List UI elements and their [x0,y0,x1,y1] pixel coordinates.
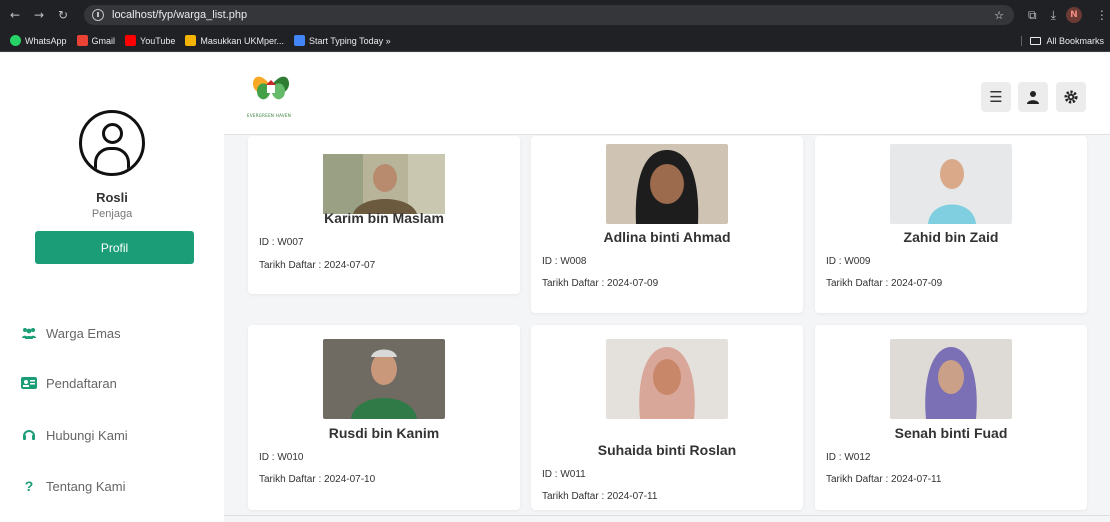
sidebar-item-pendaftaran[interactable]: Pendaftaran [21,375,117,391]
sidebar-item-label: Tentang Kami [46,478,126,494]
warga-card[interactable]: Karim bin Maslam ID : W007 Tarikh Daftar… [248,136,520,294]
youtube-icon [125,35,137,46]
user-icon [1027,91,1039,104]
warga-id: ID : W012 [826,452,871,463]
warga-date: Tarikh Daftar : 2024-07-11 [542,491,658,502]
sidebar-item-label: Warga Emas [46,325,121,341]
warga-name: Zahid bin Zaid [903,229,999,245]
browser-profile-avatar[interactable]: N [1065,7,1082,23]
browser-menu-icon[interactable]: ⋮ [1096,8,1108,22]
evergreen-logo[interactable] [248,66,294,106]
warga-id: ID : W011 [542,469,586,480]
warga-name: Senah binti Fuad [894,425,1008,441]
warga-name: Rusdi bin Kanim [328,425,440,441]
id-card-icon [21,375,37,391]
warga-name: Suhaida binti Roslan [597,442,737,458]
warga-photo [890,144,1012,224]
whatsapp-icon [10,35,21,46]
warga-photo [606,339,728,419]
bookmark-whatsapp[interactable]: WhatsApp [10,35,67,46]
users-icon [21,325,37,341]
question-icon: ? [24,478,34,494]
sidebar-item-label: Hubungi Kami [46,427,128,443]
warga-date: Tarikh Daftar : 2024-07-07 [259,260,376,271]
reload-icon[interactable]: ↻ [54,8,72,22]
forward-icon[interactable]: → [30,8,48,22]
folder-icon [1030,36,1042,45]
site-info-icon[interactable] [92,9,104,21]
browser-toolbar: ← → ↻ localhost/fyp/warga_list.php ☆ ⧉ ⤓… [0,0,1110,30]
download-icon[interactable]: ⤓ [1051,8,1056,23]
all-bookmarks[interactable]: All Bookmarks [1021,35,1104,46]
warga-card[interactable]: Zahid bin Zaid ID : W009 Tarikh Daftar :… [815,136,1087,313]
warga-id: ID : W008 [542,256,587,267]
warga-name: Karim bin Maslam [324,210,444,226]
warga-id: ID : W009 [826,256,871,267]
sidebar: Rosli Penjaga Profil Warga Emas Pendafta… [0,53,224,522]
bookmark-star-icon[interactable]: ☆ [994,9,1004,22]
top-navbar: EVERGREEN HAVEN ☰ [224,53,1110,135]
bookmark-typing[interactable]: Start Typing Today » [293,35,391,46]
sidebar-item-tentang-kami[interactable]: ? Tentang Kami [21,478,126,494]
user-avatar-icon [79,110,145,176]
headset-icon [21,427,37,443]
menu-button[interactable]: ☰ [981,82,1011,112]
warga-id: ID : W007 [259,237,304,248]
warga-date: Tarikh Daftar : 2024-07-09 [542,278,659,289]
sidebar-item-warga-emas[interactable]: Warga Emas [21,325,121,341]
warga-id: ID : W010 [259,452,304,463]
warga-date: Tarikh Daftar : 2024-07-09 [826,278,943,289]
back-icon[interactable]: ← [6,8,24,22]
url-text: localhost/fyp/warga_list.php [112,9,248,21]
settings-icon [1064,90,1078,104]
warga-card[interactable]: Adlina binti Ahmad ID : W008 Tarikh Daft… [531,136,803,313]
warga-card[interactable]: Senah binti Fuad ID : W012 Tarikh Daftar… [815,325,1087,510]
address-bar[interactable]: localhost/fyp/warga_list.php ☆ [84,5,1014,25]
gmail-icon [76,35,88,46]
sidebar-item-hubungi-kami[interactable]: Hubungi Kami [21,427,128,443]
content-divider [224,515,1110,516]
warga-date: Tarikh Daftar : 2024-07-11 [826,474,942,485]
warga-card[interactable]: Rusdi bin Kanim ID : W010 Tarikh Daftar … [248,325,520,510]
bookmark-youtube[interactable]: YouTube [125,35,175,46]
ukm-icon [185,35,197,46]
menu-icon: ☰ [989,88,1003,106]
user-role: Penjaga [91,208,133,220]
warga-date: Tarikh Daftar : 2024-07-10 [259,474,376,485]
bookmark-gmail[interactable]: Gmail [76,35,115,46]
bookmarks-bar: WhatsApp Gmail YouTube Masukkan UKMper..… [0,30,1110,52]
user-name: Rosli [96,190,128,205]
warga-photo [606,144,728,224]
warga-card[interactable]: Suhaida binti Roslan ID : W011 Tarikh Da… [531,325,803,510]
settings-button[interactable] [1056,82,1086,112]
profile-button[interactable]: Profil [35,231,194,264]
warga-name: Adlina binti Ahmad [603,229,731,245]
extensions-icon[interactable]: ⧉ [1028,8,1037,23]
typing-icon [293,35,305,46]
warga-photo [323,339,445,419]
user-button[interactable] [1018,82,1048,112]
bookmark-ukm[interactable]: Masukkan UKMper... [185,35,284,46]
logo-text: EVERGREEN HAVEN [247,113,292,118]
sidebar-item-label: Pendaftaran [46,375,117,391]
warga-photo [890,339,1012,419]
